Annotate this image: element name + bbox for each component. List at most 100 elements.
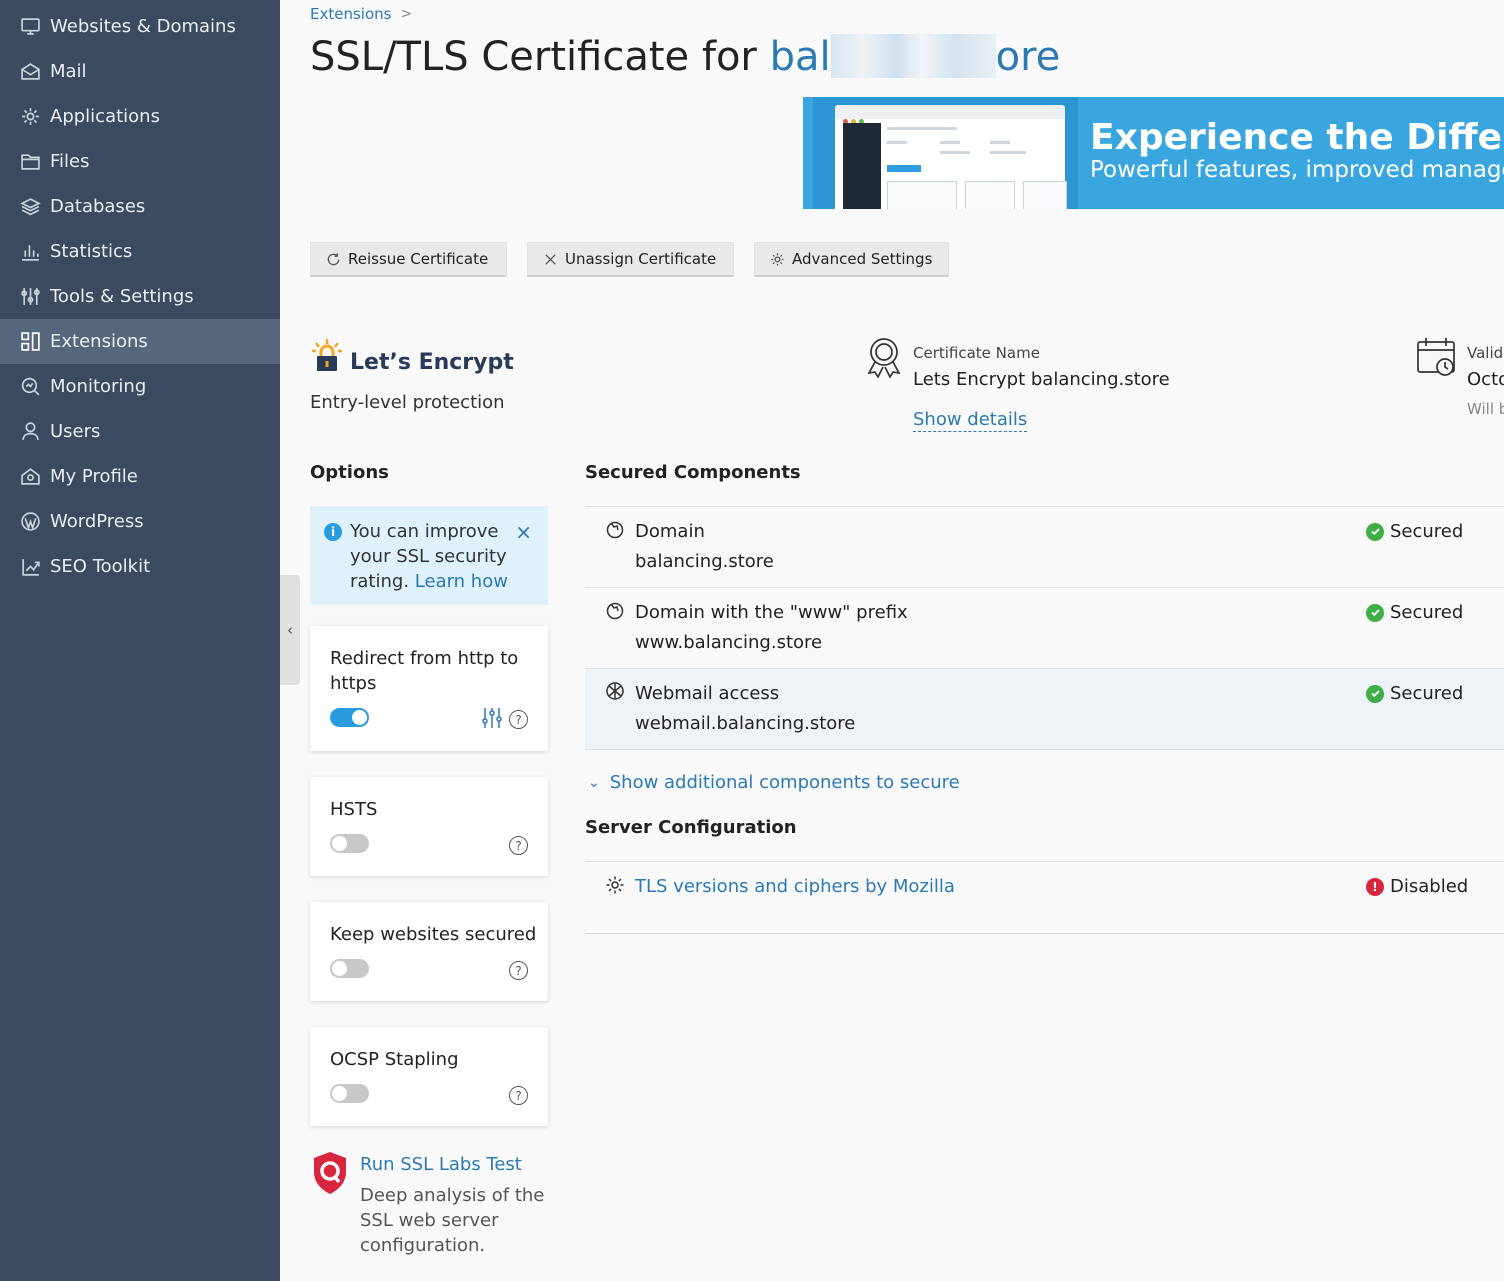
monitoring-icon — [19, 376, 41, 398]
reissue-certificate-label: Reissue Certificate — [348, 250, 489, 268]
sidebar-item-label: WordPress — [50, 511, 144, 532]
keep-websites-secured-label: Keep websites secured — [330, 924, 537, 945]
status-text: Secured — [1390, 602, 1464, 623]
wordpress-icon — [19, 511, 41, 533]
advanced-settings-button[interactable]: Advanced Settings — [754, 242, 949, 277]
hsts-toggle[interactable] — [330, 834, 369, 853]
component-value: webmail.balancing.store — [635, 713, 856, 734]
sidebar-item-label: Mail — [50, 61, 87, 82]
sidebar-item-statistics[interactable]: Statistics — [0, 229, 280, 274]
secured-components-list: Domain balancing.store Secured Domain wi… — [585, 506, 1504, 750]
redirect-https-card: Redirect from http to https ? — [310, 626, 548, 751]
sidebar-item-tools-settings[interactable]: Tools & Settings — [0, 274, 280, 319]
sidebar-item-label: Websites & Domains — [50, 16, 236, 37]
sidebar-item-users[interactable]: Users — [0, 409, 280, 454]
hsts-label: HSTS — [330, 799, 378, 820]
sidebar: Websites & Domains Mail Applications Fil… — [0, 0, 280, 1281]
sidebar-item-mail[interactable]: Mail — [0, 49, 280, 94]
breadcrumb: Extensions > — [310, 5, 412, 23]
run-ssl-labs-test-link[interactable]: Run SSL Labs Test — [360, 1154, 522, 1175]
provider-name: Let’s Encrypt — [350, 349, 514, 375]
domain-icon — [605, 519, 625, 543]
validity-label: Valid — [1467, 344, 1504, 362]
extensions-icon — [19, 331, 41, 353]
sidebar-item-databases[interactable]: Databases — [0, 184, 280, 229]
sidebar-item-files[interactable]: Files — [0, 139, 280, 184]
ocsp-stapling-label: OCSP Stapling — [330, 1049, 459, 1070]
component-row-www-domain: Domain with the "www" prefix www.balanci… — [585, 588, 1504, 669]
learn-how-link[interactable]: Learn how — [415, 571, 508, 592]
component-value: www.balancing.store — [635, 632, 823, 653]
chevron-left-icon: ‹ — [287, 621, 293, 639]
sidebar-item-label: Extensions — [50, 331, 148, 352]
provider-subtitle: Entry-level protection — [310, 392, 505, 413]
seo-icon — [19, 556, 41, 578]
sidebar-collapse-handle[interactable]: ‹ — [280, 575, 300, 685]
sidebar-item-label: Files — [50, 151, 90, 172]
certificate-name-value: Lets Encrypt balancing.store — [913, 369, 1170, 390]
status-text: Disabled — [1390, 876, 1469, 897]
help-icon[interactable]: ? — [509, 961, 528, 980]
help-icon[interactable]: ? — [509, 1086, 528, 1105]
help-icon[interactable]: ? — [509, 710, 528, 729]
sidebar-item-label: Users — [50, 421, 101, 442]
gear-icon — [605, 875, 625, 899]
sidebar-item-my-profile[interactable]: My Profile — [0, 454, 280, 499]
ocsp-stapling-toggle[interactable] — [330, 1084, 369, 1103]
info-icon: i — [324, 523, 342, 541]
show-additional-components-link[interactable]: ⌄ Show additional components to secure — [588, 772, 960, 793]
help-icon[interactable]: ? — [509, 836, 528, 855]
mail-icon — [19, 61, 41, 83]
sidebar-item-label: Tools & Settings — [50, 286, 194, 307]
close-icon — [543, 252, 558, 267]
component-row-domain: Domain balancing.store Secured — [585, 507, 1504, 588]
unassign-certificate-button[interactable]: Unassign Certificate — [527, 242, 734, 277]
sidebar-item-extensions[interactable]: Extensions — [0, 319, 280, 364]
tune-settings-icon[interactable] — [482, 707, 502, 733]
sidebar-item-applications[interactable]: Applications — [0, 94, 280, 139]
status-text: Secured — [1390, 683, 1464, 704]
tls-versions-ciphers-link[interactable]: TLS versions and ciphers by Mozilla — [635, 876, 955, 897]
certificate-badge-icon — [865, 336, 903, 382]
sliders-icon — [19, 286, 41, 308]
sidebar-item-label: Databases — [50, 196, 146, 217]
database-icon — [19, 196, 41, 218]
page-title-prefix: SSL/TLS Certificate for — [310, 34, 770, 80]
folder-icon — [19, 151, 41, 173]
calendar-clock-icon — [1416, 336, 1458, 382]
show-details-link[interactable]: Show details — [913, 409, 1028, 432]
certificate-name-label: Certificate Name — [913, 344, 1040, 362]
check-circle-icon — [1366, 684, 1384, 703]
check-circle-icon — [1366, 522, 1384, 541]
config-row-tls-ciphers: TLS versions and ciphers by Mozilla ! Dis… — [585, 862, 1504, 934]
keep-websites-secured-toggle[interactable] — [330, 959, 369, 978]
component-title: Domain — [635, 521, 705, 542]
sidebar-item-label: Statistics — [50, 241, 133, 262]
status-badge: Secured — [1366, 521, 1463, 542]
sidebar-item-label: My Profile — [50, 466, 138, 487]
secured-components-heading: Secured Components — [585, 462, 801, 483]
qualys-shield-icon — [310, 1152, 350, 1200]
banner-title: Experience the Differenc — [1090, 117, 1504, 158]
sidebar-item-wordpress[interactable]: WordPress — [0, 499, 280, 544]
server-configuration-heading: Server Configuration — [585, 817, 797, 838]
sidebar-item-monitoring[interactable]: Monitoring — [0, 364, 280, 409]
sidebar-item-seo-toolkit[interactable]: SEO Toolkit — [0, 544, 280, 589]
promo-banner[interactable]: Experience the Differenc Powerful featur… — [803, 97, 1504, 209]
gear-icon — [770, 252, 785, 267]
redirect-https-toggle[interactable] — [330, 708, 369, 727]
reissue-certificate-button[interactable]: Reissue Certificate — [310, 242, 507, 277]
ssl-labs-test: Run SSL Labs Test Deep analysis of the S… — [310, 1150, 544, 1256]
component-title: Domain with the "www" prefix — [635, 602, 908, 623]
breadcrumb-item-extensions[interactable]: Extensions — [310, 5, 391, 23]
banner-screenshot-image — [813, 97, 1078, 209]
validity-note: Will b — [1467, 400, 1504, 418]
status-badge: Secured — [1366, 602, 1463, 623]
sidebar-item-websites-domains[interactable]: Websites & Domains — [0, 4, 280, 49]
sidebar-item-label: SEO Toolkit — [50, 556, 151, 577]
advanced-settings-label: Advanced Settings — [792, 250, 933, 268]
redacted-area — [830, 34, 996, 78]
close-icon[interactable]: × — [515, 520, 532, 545]
ssl-labs-test-description: Deep analysis of the SSL web server conf… — [360, 1185, 545, 1256]
sidebar-item-label: Monitoring — [50, 376, 147, 397]
